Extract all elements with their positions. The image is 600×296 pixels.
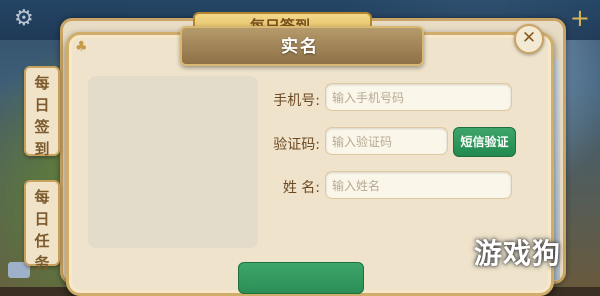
tab-label: 每日签到 (34, 74, 50, 158)
code-input[interactable]: 输入验证码 (325, 127, 448, 155)
close-button[interactable]: ✕ (514, 24, 544, 54)
sms-verify-button[interactable]: 短信验证 (453, 127, 516, 157)
tab-daily-task[interactable]: 每日任务 (24, 180, 60, 272)
phone-input[interactable]: 输入手机号码 (325, 83, 512, 111)
code-label: 验证码: (273, 137, 320, 153)
watermark: 游戏狗 (474, 237, 562, 270)
name-label: 姓 名: (282, 180, 320, 196)
phone-label: 手机号: (273, 93, 320, 109)
tab-label: 每日任务 (34, 188, 50, 272)
dialog-title: 实名 (281, 37, 319, 57)
confirm-button[interactable] (238, 262, 364, 294)
tab-daily-sign[interactable]: 每日签到 (24, 66, 60, 158)
gear-icon[interactable]: ⚙ (14, 6, 34, 31)
id-photo-area (88, 76, 258, 248)
corner-ornament-icon: ♣ (75, 39, 88, 55)
plus-icon[interactable]: + (570, 4, 590, 32)
close-icon: ✕ (521, 28, 537, 48)
name-input[interactable]: 输入姓名 (325, 171, 512, 199)
